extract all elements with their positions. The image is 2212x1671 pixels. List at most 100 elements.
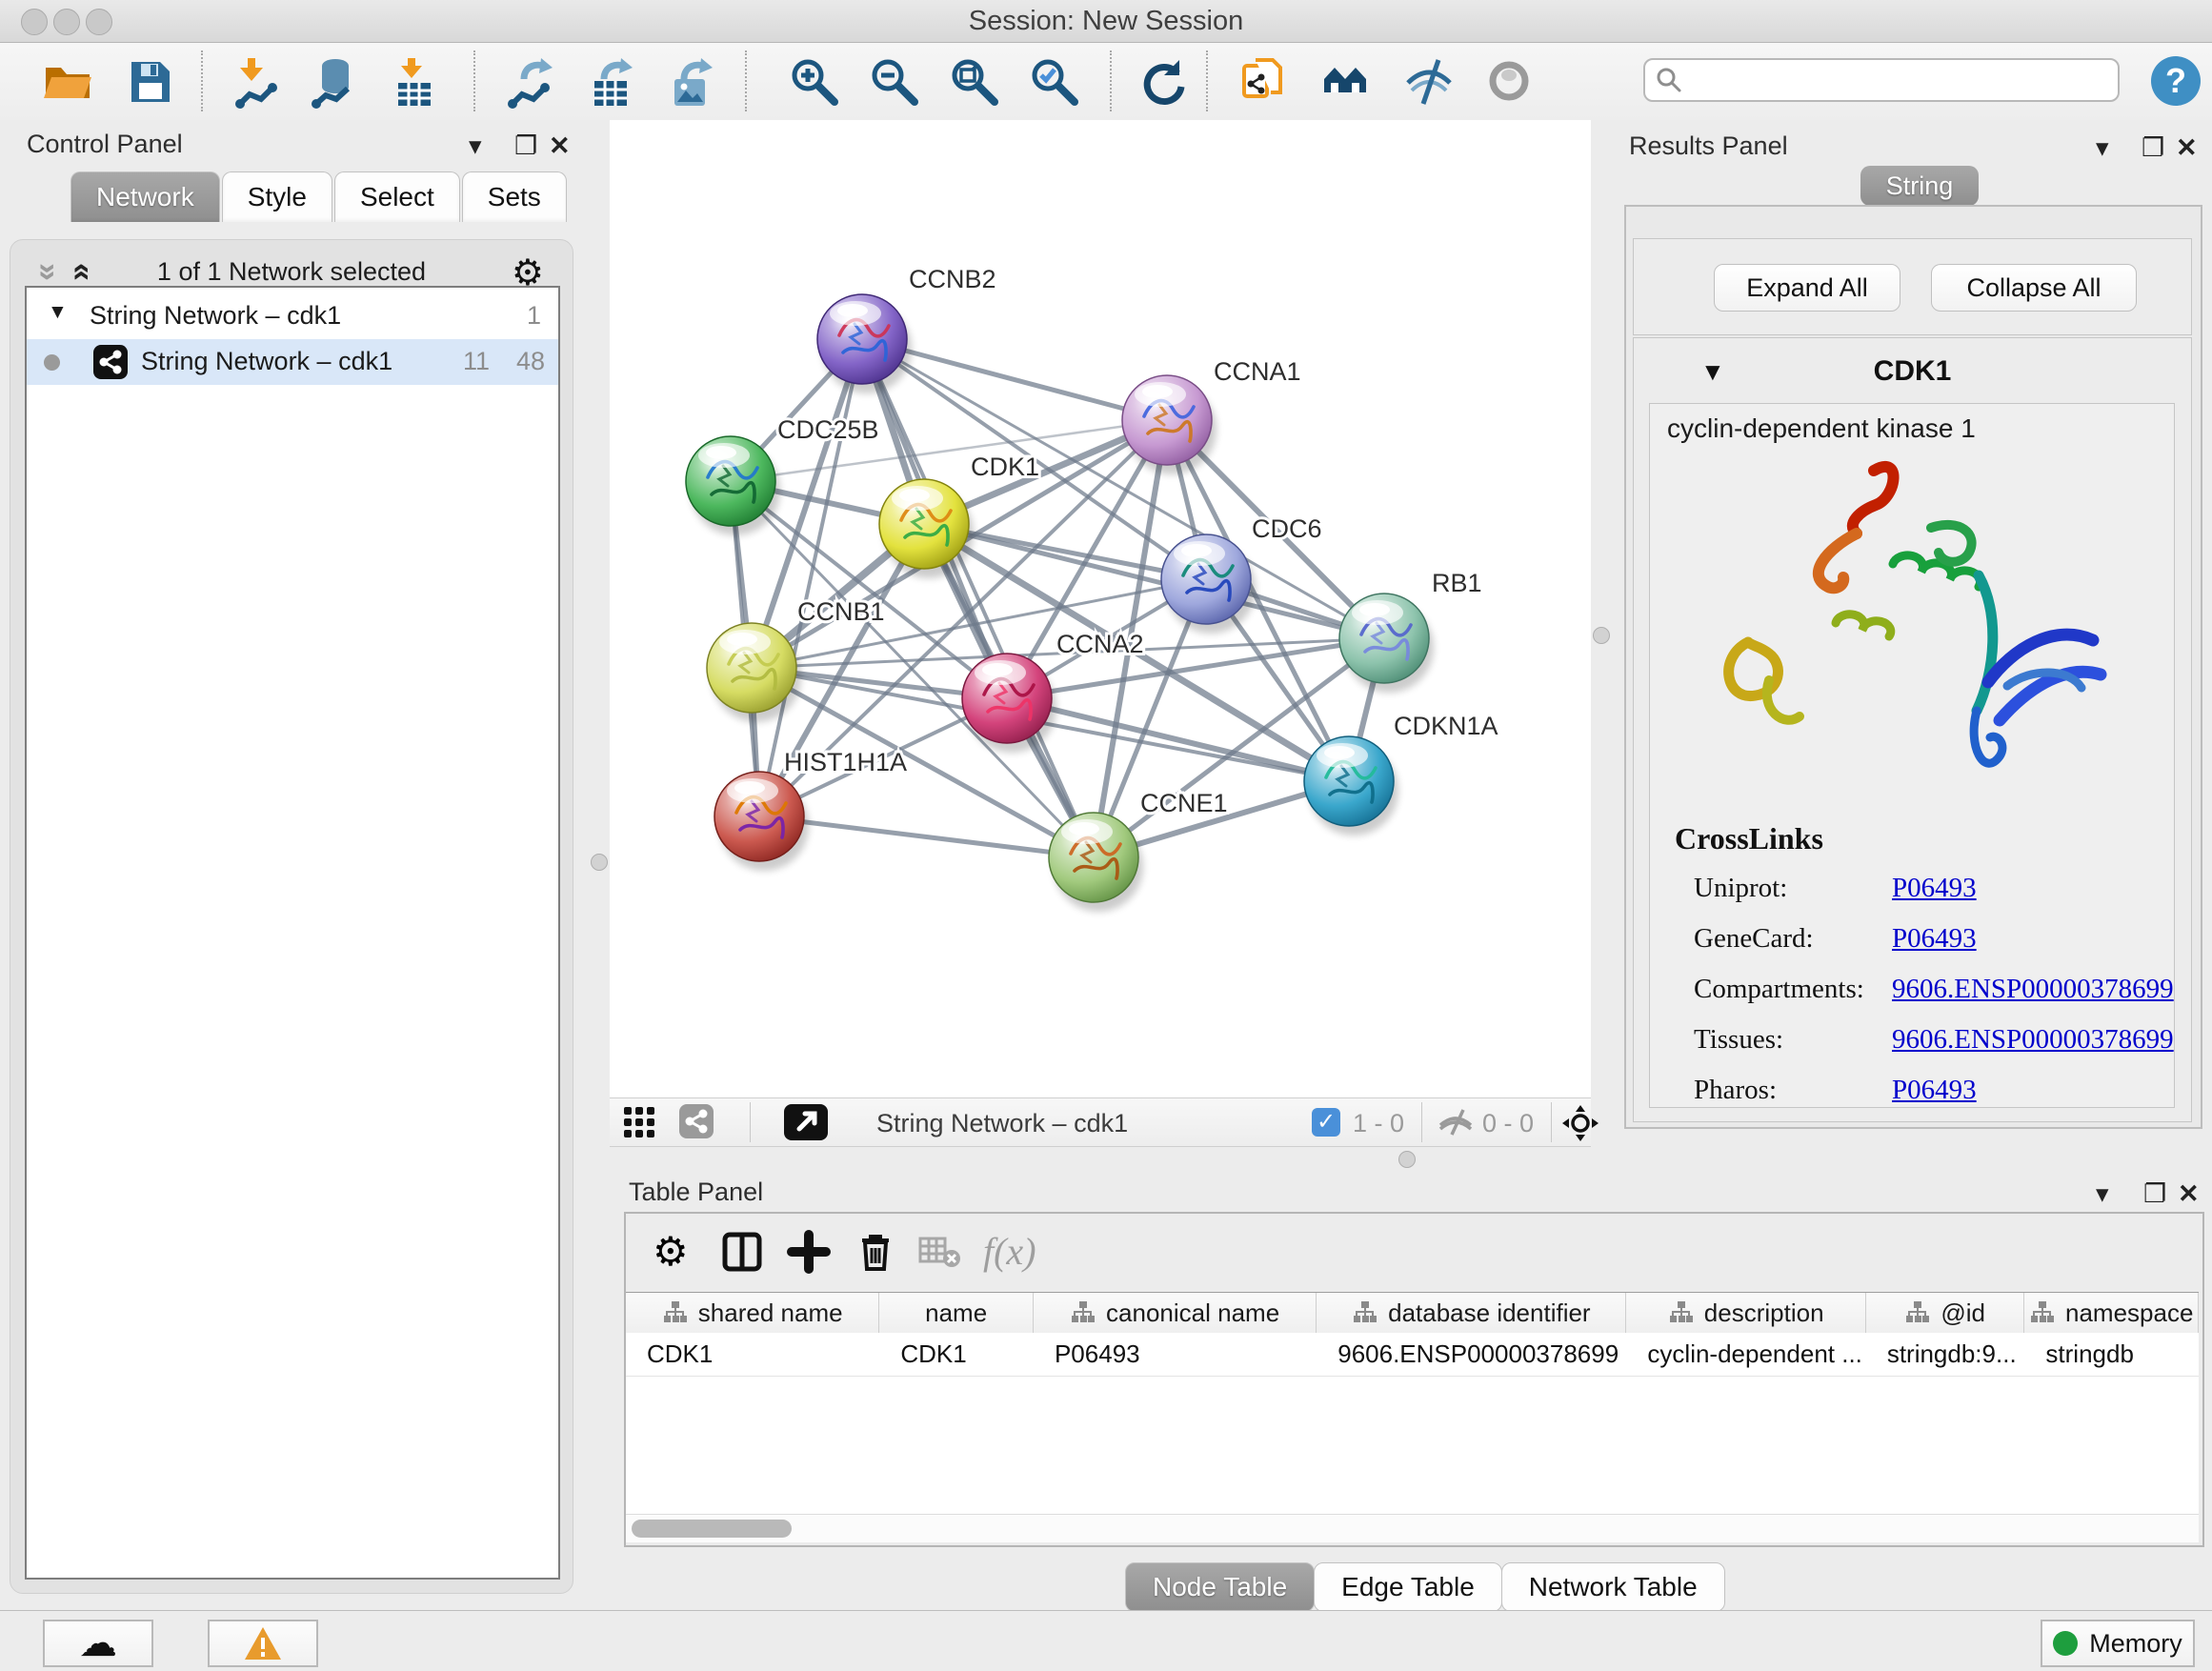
table-toolbar: ⚙ f(x) [626, 1214, 2202, 1290]
expand-all-button[interactable]: Expand All [1714, 264, 1900, 312]
network-collection-row[interactable]: ▼ String Network – cdk1 1 [27, 293, 558, 339]
import-network-button[interactable] [229, 54, 284, 110]
table-options-gear-icon[interactable]: ⚙ [653, 1229, 698, 1275]
network-node-ccnb1[interactable]: CCNB1 [707, 597, 885, 722]
column-header-description[interactable]: description [1626, 1293, 1865, 1333]
table-float-icon[interactable]: ❐ [2143, 1179, 2166, 1209]
tab-node-table[interactable]: Node Table [1125, 1562, 1315, 1612]
export-network-button[interactable] [505, 54, 560, 110]
network-edge[interactable] [759, 816, 1094, 857]
column-header-namespace[interactable]: namespace [2024, 1293, 2199, 1333]
crosslink-value-link[interactable]: P06493 [1892, 1075, 1977, 1106]
zoom-selected-icon [1027, 54, 1082, 110]
table-close-icon[interactable]: ✕ [2178, 1179, 2200, 1209]
network-node-rb1[interactable]: RB1 [1339, 569, 1482, 693]
import-table-button[interactable] [387, 54, 442, 110]
table-cell[interactable]: P06493 [1034, 1333, 1317, 1376]
column-header-name[interactable]: name [879, 1293, 1034, 1333]
scrollbar-thumb[interactable] [632, 1520, 792, 1538]
zoom-fit-button[interactable] [947, 54, 1002, 110]
column-header-database-identifier[interactable]: database identifier [1317, 1293, 1626, 1333]
zoom-out-button[interactable] [867, 54, 922, 110]
help-button[interactable]: ? [2151, 56, 2201, 106]
search-input[interactable] [1683, 66, 2087, 94]
results-collapse-icon[interactable]: ▾ [2096, 133, 2109, 163]
table-horizontal-scrollbar[interactable] [626, 1514, 2199, 1542]
horizontal-splitter[interactable] [589, 1146, 2212, 1172]
table-cell[interactable]: stringdb [2024, 1333, 2199, 1376]
panel-float-icon[interactable]: ❐ [514, 131, 537, 161]
table-collapse-icon[interactable]: ▾ [2096, 1179, 2109, 1209]
save-session-button[interactable] [122, 54, 177, 110]
string-view-icon[interactable] [679, 1104, 714, 1138]
import-database-button[interactable] [307, 54, 362, 110]
show-columns-icon[interactable] [719, 1229, 765, 1275]
export-image-button[interactable] [665, 54, 720, 110]
houses-button[interactable] [1322, 54, 1377, 110]
cloud-button[interactable]: ☁ [43, 1620, 153, 1667]
memory-button[interactable]: Memory [2041, 1620, 2195, 1667]
network-graph[interactable]: CCNB2 CCNA1 CDC25B CDK1 CDC6 [610, 120, 1591, 1097]
open-in-window-button[interactable] [784, 1104, 828, 1140]
crosslink-value-link[interactable]: P06493 [1892, 873, 1977, 904]
network-node-ccna1[interactable]: CCNA1 [1122, 357, 1301, 474]
column-header-shared-name[interactable]: shared name [626, 1293, 879, 1333]
selected-checkbox-icon[interactable]: ✓ [1312, 1108, 1340, 1137]
add-column-icon[interactable] [786, 1229, 832, 1275]
tab-network[interactable]: Network [70, 171, 220, 222]
horizontal-splitter-handle[interactable] [1398, 1151, 1416, 1168]
panel-collapse-icon[interactable]: ▾ [469, 131, 482, 161]
panel-close-icon[interactable]: ✕ [549, 131, 571, 161]
tree-expander-icon[interactable]: ▼ [48, 301, 68, 324]
show-all-button[interactable] [1482, 54, 1538, 110]
tab-network-table[interactable]: Network Table [1501, 1562, 1725, 1612]
column-header-canonical-name[interactable]: canonical name [1034, 1293, 1317, 1333]
zoom-in-button[interactable] [787, 54, 842, 110]
crosslink-value-link[interactable]: P06493 [1892, 923, 1977, 955]
network-edge[interactable] [759, 339, 862, 816]
grid-view-icon[interactable] [622, 1105, 660, 1144]
hide-selected-button[interactable] [1402, 54, 1458, 110]
tab-edge-table[interactable]: Edge Table [1314, 1562, 1502, 1612]
network-canvas[interactable]: CCNB2 CCNA1 CDC25B CDK1 CDC6 [610, 120, 1591, 1097]
network-node-cdc25b[interactable]: CDC25B [686, 415, 879, 535]
share-document-button[interactable] [1238, 54, 1294, 110]
network-edge[interactable] [862, 339, 1094, 857]
string-results-tab[interactable]: String [1860, 166, 1979, 206]
table-cell[interactable]: stringdb:9... [1866, 1333, 2025, 1376]
left-splitter-handle[interactable] [591, 854, 608, 871]
open-session-button[interactable] [40, 54, 95, 110]
table-cell[interactable]: 9606.ENSP00000378699 [1317, 1333, 1626, 1376]
network-node-ccnb2[interactable]: CCNB2 [817, 265, 996, 393]
zoom-selected-button[interactable] [1027, 54, 1082, 110]
right-splitter[interactable] [1591, 120, 1612, 1146]
crosslink-value-link[interactable]: 9606.ENSP00000378699 [1892, 1024, 2174, 1056]
export-table-button[interactable] [585, 54, 640, 110]
tab-style[interactable]: Style [222, 171, 332, 222]
column-header-label: description [1704, 1299, 1824, 1328]
column-hierarchy-icon [1668, 1299, 1695, 1326]
section-title[interactable]: CDK1 [1634, 355, 2191, 388]
refresh-button[interactable] [1134, 54, 1189, 110]
delete-column-trash-icon[interactable] [853, 1229, 898, 1275]
crosshair-icon[interactable] [1562, 1105, 1599, 1146]
crosslink-value-link[interactable]: 9606.ENSP00000378699 [1892, 974, 2174, 1005]
tab-sets[interactable]: Sets [462, 171, 567, 222]
table-cell[interactable]: cyclin-dependent ... [1626, 1333, 1865, 1376]
table-cell[interactable]: CDK1 [879, 1333, 1034, 1376]
network-node-cdkn1a[interactable]: CDKN1A [1304, 712, 1498, 836]
collapse-all-button[interactable]: Collapse All [1931, 264, 2137, 312]
right-splitter-handle[interactable] [1593, 627, 1610, 644]
network-node-ccne1[interactable]: CCNE1 [1049, 789, 1228, 912]
results-float-icon[interactable]: ❐ [2142, 133, 2164, 163]
table-cell[interactable]: CDK1 [626, 1333, 879, 1376]
network-row-selected[interactable]: String Network – cdk1 11 48 [27, 339, 558, 385]
results-close-icon[interactable]: ✕ [2176, 133, 2198, 163]
left-splitter[interactable] [589, 120, 610, 1610]
warnings-button[interactable] [208, 1620, 318, 1667]
network-node-hist1h1a[interactable]: HIST1H1A [714, 748, 907, 871]
search-box[interactable] [1643, 58, 2120, 102]
column-header--id[interactable]: @id [1866, 1293, 2025, 1333]
table-row[interactable]: CDK1CDK1P064939606.ENSP00000378699cyclin… [626, 1333, 2199, 1377]
tab-select[interactable]: Select [334, 171, 460, 222]
